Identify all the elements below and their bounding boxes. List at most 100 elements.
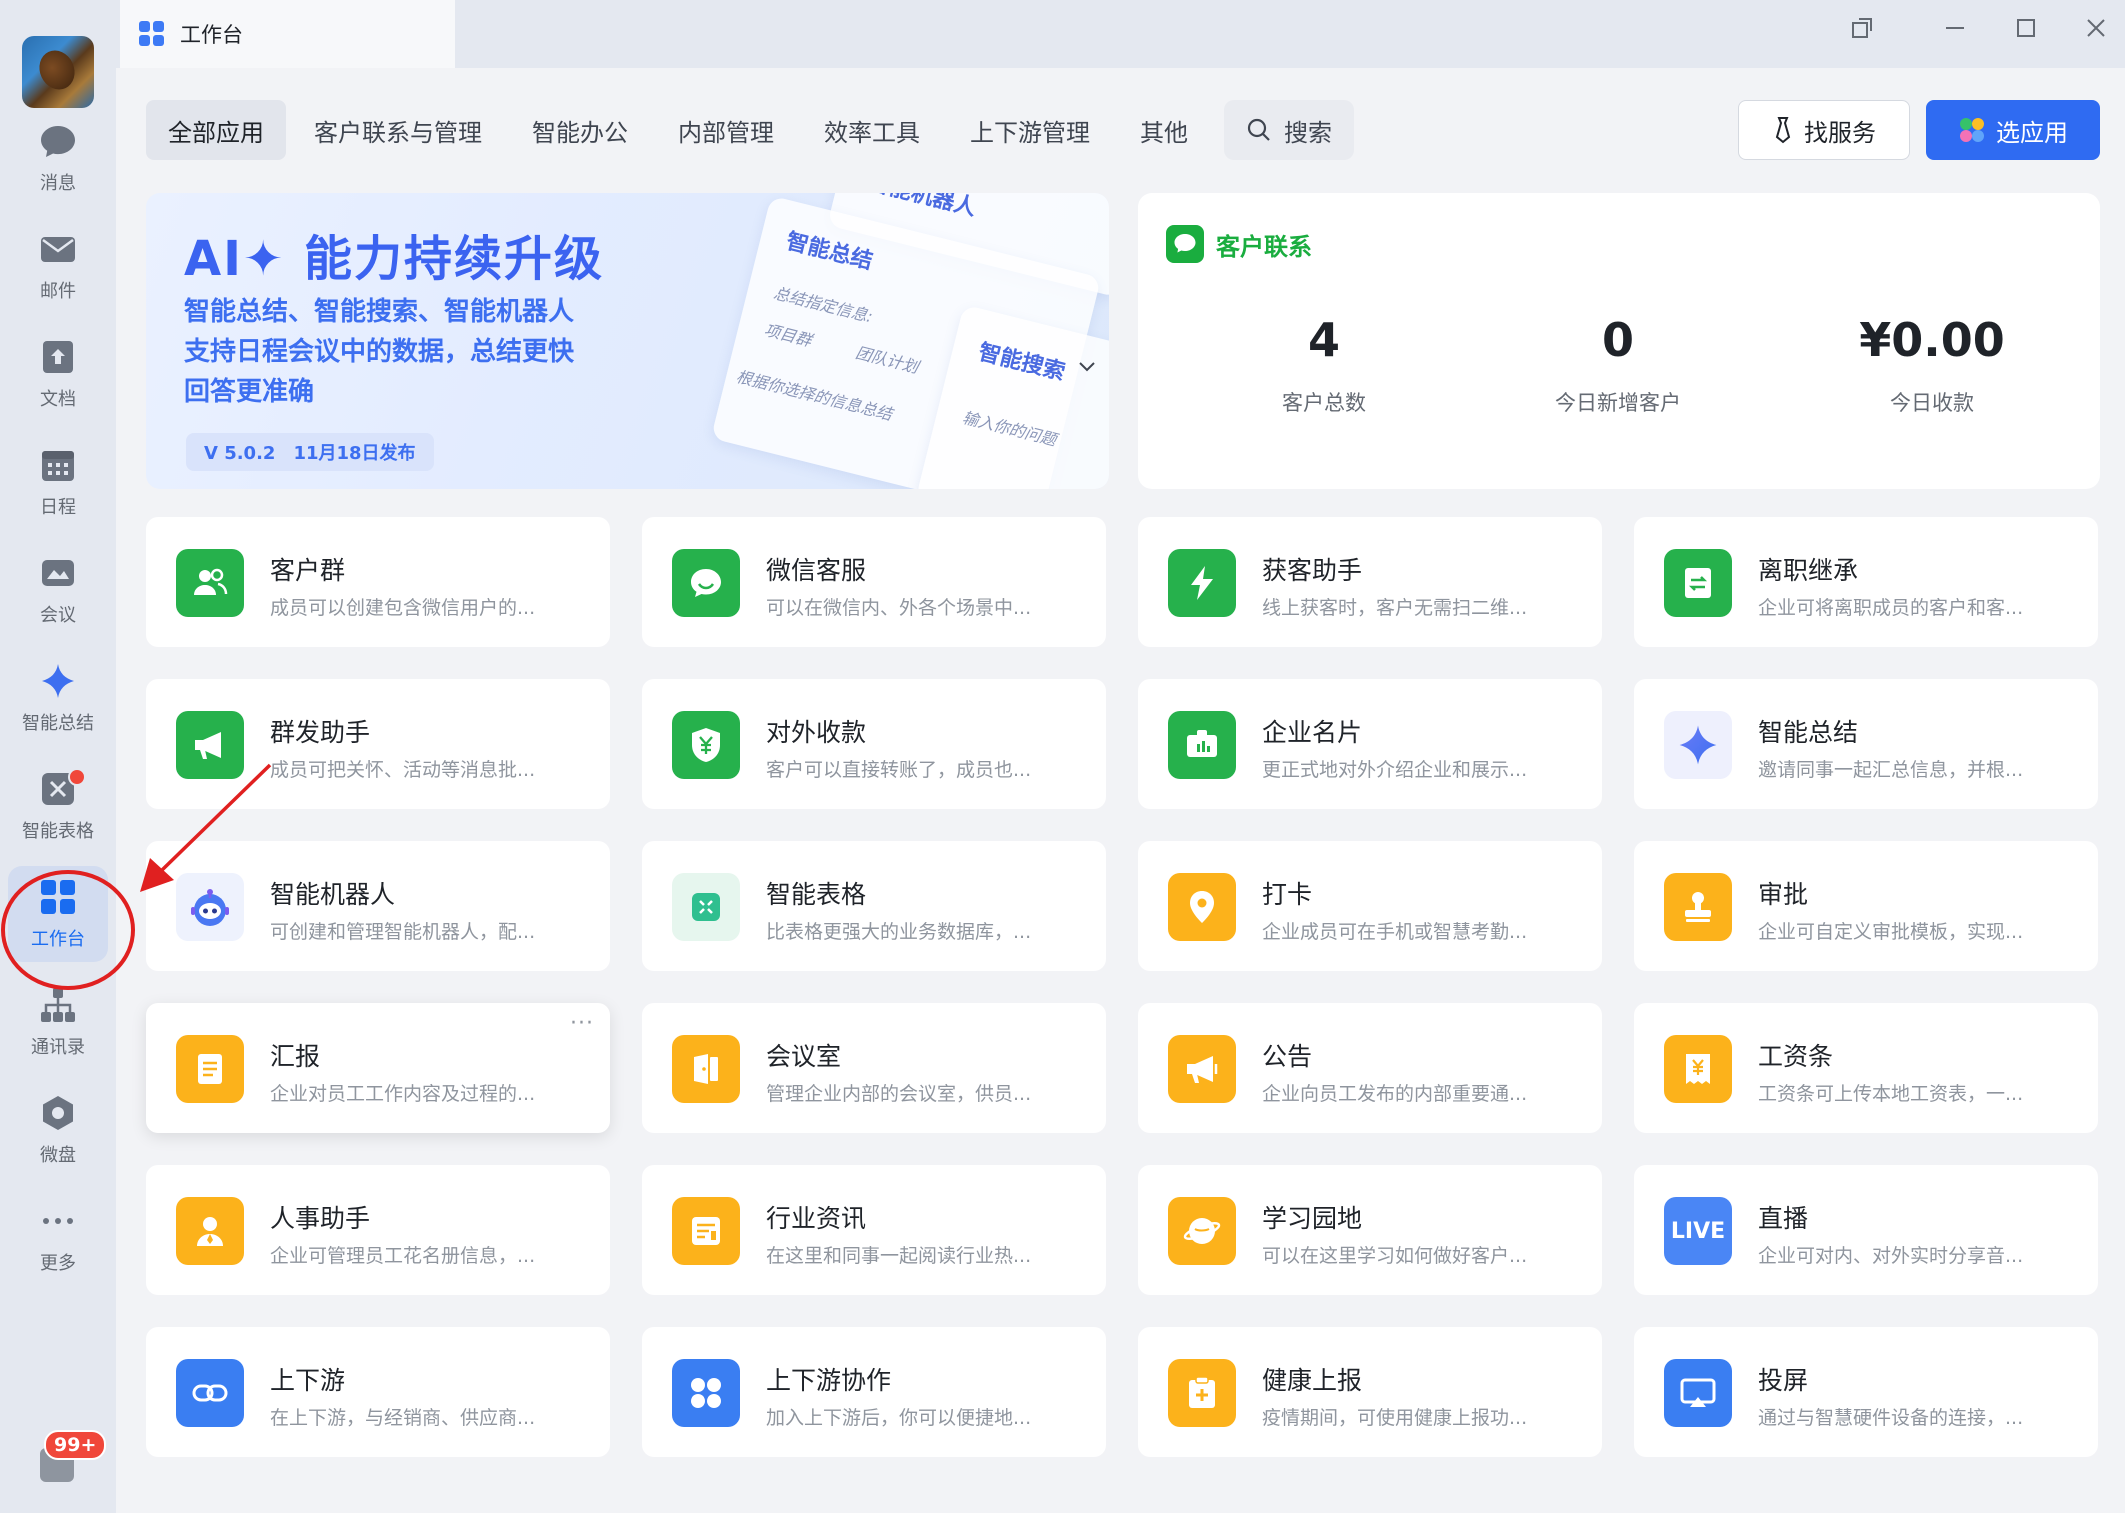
workbench-main: 全部应用 客户联系与管理 智能办公 内部管理 效率工具 上下游管理 其他 搜索 …: [116, 68, 2125, 1513]
app-desc: 企业可管理员工花名册信息，...: [270, 1245, 536, 1267]
popout-icon[interactable]: [1842, 8, 1882, 48]
workbench-grid-icon: [139, 21, 164, 46]
customer-group-icon: [176, 549, 244, 617]
app-name: 对外收款: [766, 718, 867, 747]
tab-supply-chain[interactable]: 上下游管理: [948, 100, 1112, 160]
search-label: 搜索: [1284, 118, 1332, 147]
app-card-external-payment[interactable]: 对外收款 客户可以直接转账了，成员也...: [642, 679, 1106, 809]
app-card-customer-group[interactable]: 客户群 成员可以创建包含微信用户的...: [146, 517, 610, 647]
app-desc: 客户可以直接转账了，成员也...: [766, 759, 1032, 781]
window-tab[interactable]: 工作台: [120, 0, 455, 68]
stat-value: ¥0.00: [1859, 313, 2005, 367]
choose-app-button[interactable]: 选应用: [1926, 100, 2100, 160]
meeting-icon: [38, 553, 78, 593]
sidebar-item-label: 通讯录: [31, 1037, 85, 1058]
app-card-supply-chain-collab[interactable]: 上下游协作 加入上下游后，你可以便捷地...: [642, 1327, 1106, 1457]
app-name: 投屏: [1758, 1366, 1809, 1395]
app-desc: 成员可以创建包含微信用户的...: [270, 597, 536, 619]
app-name: 智能表格: [766, 880, 867, 909]
sidebar-item-meeting[interactable]: 会议: [0, 542, 116, 638]
app-card-payslip[interactable]: 工资条 工资条可上传本地工资表，一...: [1634, 1003, 2098, 1133]
app-card-resignation-transfer[interactable]: 离职继承 企业可将离职成员的客户和客...: [1634, 517, 2098, 647]
ai-upgrade-banner[interactable]: AI✦ 能力持续升级 智能总结、智能搜索、智能机器人 支持日程会议中的数据，总结…: [146, 193, 1109, 489]
tab-customer-contact[interactable]: 客户联系与管理: [292, 100, 504, 160]
app-desc: 企业可自定义审批模板，实现...: [1758, 921, 2024, 943]
tab-smart-office[interactable]: 智能办公: [510, 100, 650, 160]
tab-other[interactable]: 其他: [1118, 100, 1210, 160]
mock-text: 输入你的问题: [960, 407, 1059, 450]
customer-contact-card[interactable]: 客户联系 4 客户总数 0 今日新增客户 ¥0.00 今日收款: [1138, 193, 2100, 489]
search-icon: [1247, 118, 1270, 141]
stat-total-customers[interactable]: 4 客户总数: [1184, 313, 1464, 417]
app-card-wechat-service[interactable]: 微信客服 可以在微信内、外各个场景中...: [642, 517, 1106, 647]
sidebar-item-smart-summary[interactable]: 智能总结: [0, 650, 116, 746]
app-card-meeting-room[interactable]: 会议室 管理企业内部的会议室，供员...: [642, 1003, 1106, 1133]
app-card-hr-assistant[interactable]: 人事助手 企业可管理员工花名册信息，...: [146, 1165, 610, 1295]
app-card-screen-cast[interactable]: 投屏 通过与智慧硬件设备的连接，...: [1634, 1327, 2098, 1457]
maximize-icon[interactable]: [2006, 8, 2046, 48]
app-name: 群发助手: [270, 718, 371, 747]
category-tabs: 全部应用 客户联系与管理 智能办公 内部管理 效率工具 上下游管理 其他 搜索: [146, 100, 1354, 160]
avatar[interactable]: [22, 36, 94, 108]
app-card-lead-assistant[interactable]: 获客助手 线上获客时，客户无需扫二维...: [1138, 517, 1602, 647]
chevron-down-icon: [1079, 362, 1095, 372]
workbench-grid-icon: [38, 877, 78, 917]
app-card-report[interactable]: 汇报 企业对员工工作内容及过程的... ···: [146, 1003, 610, 1133]
tab-efficiency-tools[interactable]: 效率工具: [802, 100, 942, 160]
tie-icon: [1775, 117, 1791, 144]
tab-internal-management[interactable]: 内部管理: [656, 100, 796, 160]
sidebar-item-calendar[interactable]: 日程: [0, 434, 116, 530]
calendar-icon: [38, 445, 78, 485]
sidebar-item-label: 文档: [40, 389, 76, 410]
app-card-learning[interactable]: 学习园地 可以在这里学习如何做好客户...: [1138, 1165, 1602, 1295]
app-card-business-card[interactable]: 企业名片 更正式地对外介绍企业和展示...: [1138, 679, 1602, 809]
app-card-supply-chain[interactable]: 上下游 在上下游，与经销商、供应商...: [146, 1327, 610, 1457]
app-card-check-in[interactable]: 打卡 企业成员可在手机或智慧考勤...: [1138, 841, 1602, 971]
app-desc: 企业对员工工作内容及过程的...: [270, 1083, 536, 1105]
app-desc: 管理企业内部的会议室，供员...: [766, 1083, 1032, 1105]
app-desc: 在上下游，与经销商、供应商...: [270, 1407, 536, 1429]
app-card-live[interactable]: LIVE 直播 企业可对内、对外实时分享音...: [1634, 1165, 2098, 1295]
app-name: 企业名片: [1262, 718, 1363, 747]
app-card-smart-robot[interactable]: 智能机器人 可创建和管理智能机器人，配...: [146, 841, 610, 971]
mock-search-title: 智能搜索: [975, 339, 1068, 386]
find-service-button[interactable]: 找服务: [1738, 100, 1910, 160]
sidebar-item-drive[interactable]: 微盘: [0, 1082, 116, 1178]
app-card-smart-sheet[interactable]: 智能表格 比表格更强大的业务数据库，...: [642, 841, 1106, 971]
chat-bubble-icon: [38, 121, 78, 161]
app-desc: 企业成员可在手机或智慧考勤...: [1262, 921, 1528, 943]
app-card-health-report[interactable]: 健康上报 疫情期间，可使用健康上报功...: [1138, 1327, 1602, 1457]
mock-robot-title: 智能机器人: [865, 193, 979, 222]
app-desc: 工资条可上传本地工资表，一...: [1758, 1083, 2024, 1105]
sidebar-item-mail[interactable]: 邮件: [0, 218, 116, 314]
stat-today-payments[interactable]: ¥0.00 今日收款: [1792, 313, 2072, 417]
app-name: 学习园地: [1262, 1204, 1363, 1233]
app-card-industry-news[interactable]: 行业资讯 在这里和同事一起阅读行业热...: [642, 1165, 1106, 1295]
banner-version: V 5.0.2 11月18日发布: [186, 433, 434, 471]
sidebar-item-more[interactable]: 更多: [0, 1190, 116, 1286]
sidebar-item-label: 更多: [40, 1253, 76, 1274]
person-icon: [176, 1197, 244, 1265]
sidebar-item-messages[interactable]: 消息: [0, 110, 116, 206]
search-button[interactable]: 搜索: [1224, 100, 1354, 160]
more-dots-icon: [38, 1201, 78, 1241]
close-icon[interactable]: [2076, 8, 2116, 48]
mock-text: 项目群: [762, 320, 814, 351]
org-chart-icon: [38, 985, 78, 1025]
minimize-icon[interactable]: [1935, 8, 1975, 48]
payslip-icon: [1664, 1035, 1732, 1103]
app-card-announcement[interactable]: 公告 企业向员工发布的内部重要通...: [1138, 1003, 1602, 1133]
tab-all-apps[interactable]: 全部应用: [146, 100, 286, 160]
app-card-approval[interactable]: 审批 企业可自定义审批模板，实现...: [1634, 841, 2098, 971]
more-options-icon[interactable]: ···: [570, 1011, 594, 1036]
app-name: 直播: [1758, 1204, 1809, 1233]
sidebar-item-docs[interactable]: 文档: [0, 326, 116, 422]
sidebar-item-smart-sheet[interactable]: 智能表格: [0, 758, 116, 854]
stat-new-customers[interactable]: 0 今日新增客户: [1478, 313, 1758, 417]
app-card-smart-summary[interactable]: 智能总结 邀请同事一起汇总信息，并根...: [1634, 679, 2098, 809]
sidebar-item-workbench[interactable]: 工作台: [8, 866, 108, 962]
app-name: 会议室: [766, 1042, 842, 1071]
app-name: 公告: [1262, 1042, 1313, 1071]
sidebar-item-contacts[interactable]: 通讯录: [0, 974, 116, 1070]
app-card-mass-message[interactable]: 群发助手 成员可把关怀、活动等消息批...: [146, 679, 610, 809]
